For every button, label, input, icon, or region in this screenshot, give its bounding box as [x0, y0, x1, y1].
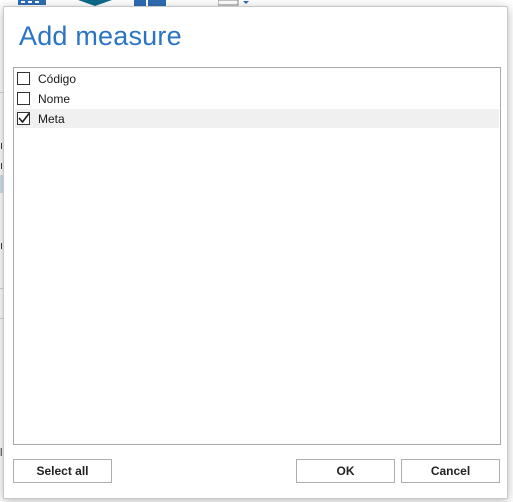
checkbox[interactable]: [17, 92, 30, 105]
add-measure-dialog: Add measure Código Nome Meta Select all …: [3, 6, 508, 499]
dialog-title: Add measure: [19, 21, 182, 51]
list-item[interactable]: Nome: [15, 89, 499, 108]
check-icon: [18, 113, 30, 124]
list-item-label: Meta: [38, 111, 65, 126]
list-item-label: Código: [38, 71, 77, 86]
select-all-button[interactable]: Select all: [13, 459, 112, 483]
cancel-button[interactable]: Cancel: [401, 459, 500, 483]
checkbox-checked[interactable]: [17, 112, 30, 125]
checkbox[interactable]: [17, 72, 30, 85]
screen: ıs ıs ıs la Add measure Código Nome Me: [0, 0, 513, 502]
list-item[interactable]: Código: [15, 69, 499, 88]
measure-list: Código Nome Meta: [13, 67, 501, 445]
list-item[interactable]: Meta: [15, 109, 499, 128]
list-item-label: Nome: [38, 91, 71, 106]
ok-button[interactable]: OK: [296, 459, 395, 483]
